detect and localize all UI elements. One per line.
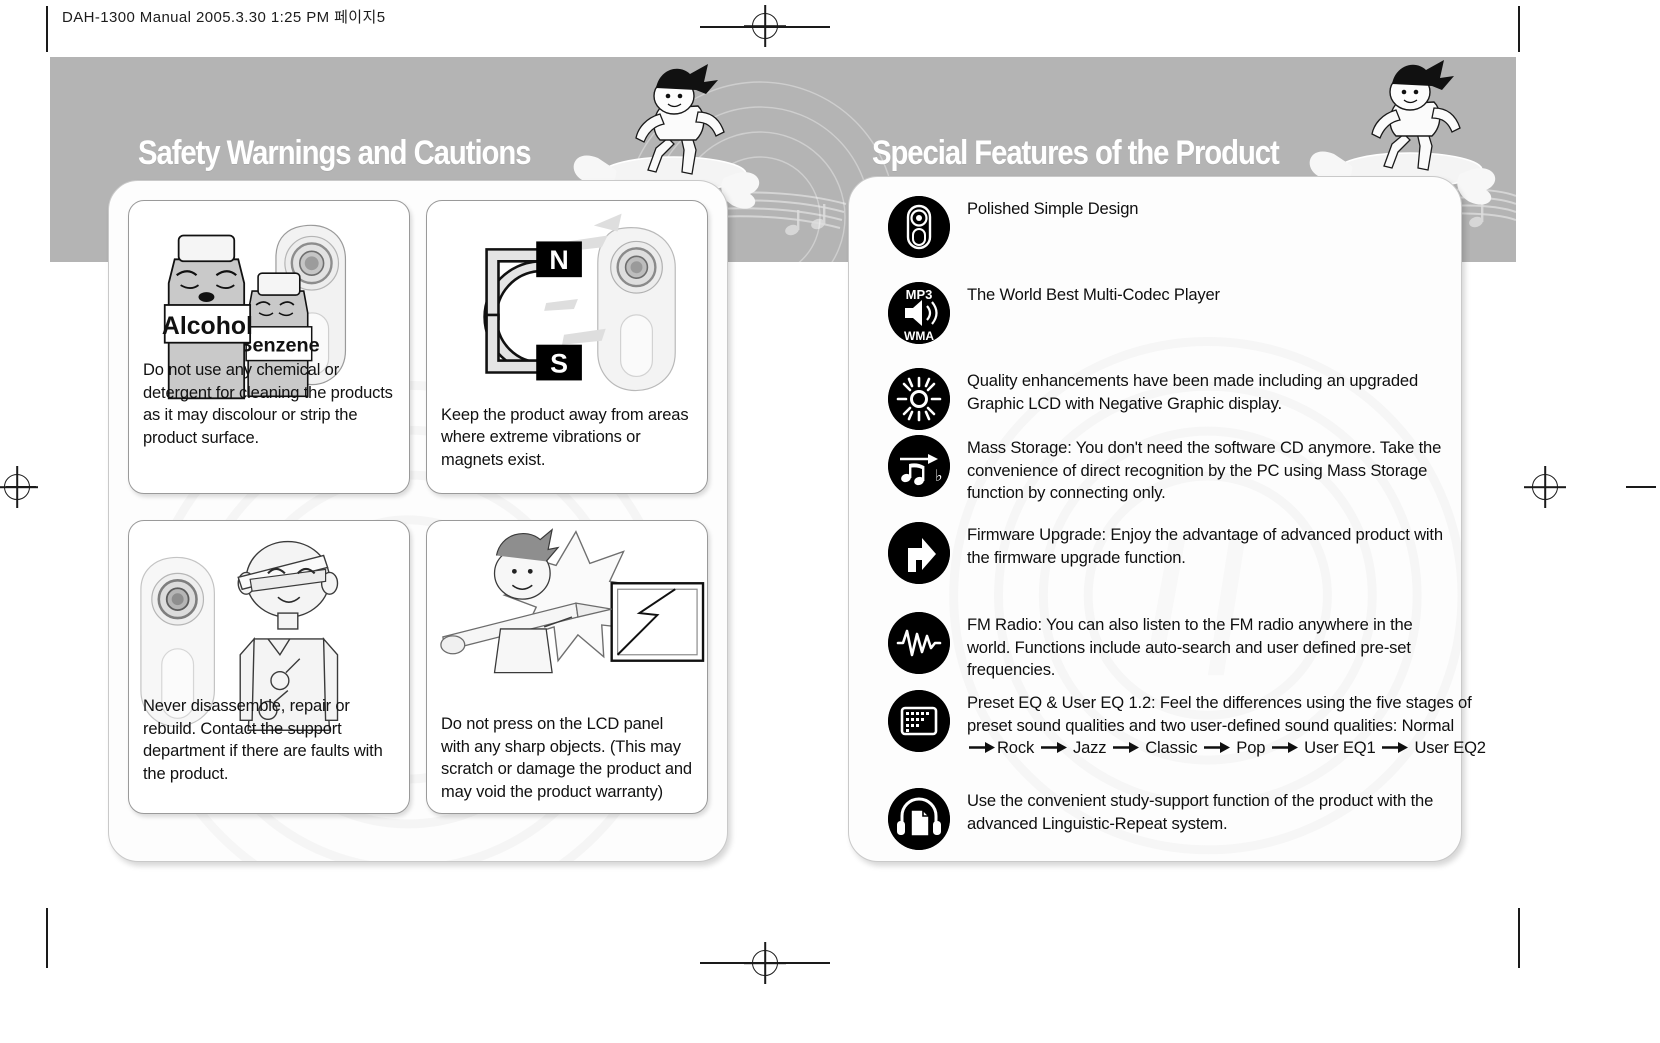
caution-card-no-disassembly: Never disassemble, repair or rebuild. Co… xyxy=(128,520,410,814)
feature-text-linguistic-repeat: Use the convenient study-support functio… xyxy=(967,791,1434,833)
crop-line-left-bottom xyxy=(46,908,48,968)
eq-chain-item: Rock xyxy=(997,738,1039,758)
broken-lcd-panel-illustration xyxy=(440,528,705,674)
headphone-document-icon xyxy=(888,788,950,850)
eq-chain-item: Pop xyxy=(1231,738,1270,758)
mp3-wma-speaker-icon: MP3 WMA xyxy=(888,282,950,344)
crop-line-right-bottom xyxy=(1518,908,1520,968)
crop-line-far-right-mid xyxy=(1626,486,1656,488)
right-arrow-icon xyxy=(1112,742,1139,754)
music-notes-transfer-icon: ♭ xyxy=(888,435,950,497)
feature-text-mass-storage: Mass Storage: You don't need the softwar… xyxy=(967,438,1442,503)
feature-item-multi-codec: MP3 WMA The World Best Multi-Codec Playe… xyxy=(888,282,1448,344)
svg-text:♭: ♭ xyxy=(935,468,943,485)
feature-text-fm-radio: FM Radio: You can also listen to the FM … xyxy=(967,615,1413,680)
horseshoe-magnet-illustration: N S xyxy=(483,213,676,392)
registration-mark-left xyxy=(0,466,38,508)
feature-item-firmware-upgrade: Firmware Upgrade: Enjoy the advantage of… xyxy=(888,522,1458,584)
crop-line-left-top xyxy=(46,6,48,52)
right-arrow-icon xyxy=(1382,742,1409,754)
eq-chain-item: Jazz xyxy=(1068,738,1111,758)
svg-text:MP3: MP3 xyxy=(906,287,933,302)
section-title-safety: Safety Warnings and Cautions xyxy=(138,134,531,172)
player-body-icon xyxy=(888,196,950,258)
svg-text:S: S xyxy=(550,348,568,378)
feature-item-polished-design: Polished Simple Design xyxy=(888,196,1448,258)
section-title-features: Special Features of the Product xyxy=(872,134,1280,172)
feature-item-linguistic-repeat: Use the convenient study-support functio… xyxy=(888,788,1448,850)
caution-card-chemical-detergent: Benzene Alcohol Do not use any chemical … xyxy=(128,200,410,494)
caution-card-lcd-panel: Do not press on the LCD panel with any s… xyxy=(426,520,708,814)
feature-text-firmware-upgrade: Firmware Upgrade: Enjoy the advantage of… xyxy=(967,525,1443,567)
feature-item-mass-storage: ♭ Mass Storage: You don't need the softw… xyxy=(888,435,1458,505)
feature-text-polished-design: Polished Simple Design xyxy=(967,199,1139,218)
eq-chain-item: User EQ2 xyxy=(1410,738,1486,758)
crop-line-right-top xyxy=(1518,6,1520,52)
right-arrow-icon xyxy=(1271,742,1298,754)
equalizer-grid-icon xyxy=(888,690,950,752)
caution-text-magnets-vibration: Keep the product away from areas where e… xyxy=(441,405,689,469)
feature-text-graphic-lcd: Quality enhancements have been made incl… xyxy=(967,371,1419,413)
feature-text-preset-eq-body: Preset EQ & User EQ 1.2: Feel the differ… xyxy=(967,693,1472,735)
registration-mark-bottom xyxy=(744,942,786,984)
eq-chain-item: Classic xyxy=(1140,738,1202,758)
feature-text-preset-eq: Preset EQ & User EQ 1.2: Feel the differ… xyxy=(967,690,1486,760)
eq-chain-item: User EQ1 xyxy=(1299,738,1381,758)
feature-text-multi-codec: The World Best Multi-Codec Player xyxy=(967,285,1220,304)
svg-text:Alcohol: Alcohol xyxy=(162,313,253,340)
page-header-text: DAH-1300 Manual 2005.3.30 1:25 PM 페이지5 xyxy=(62,9,386,26)
feature-item-preset-eq: Preset EQ & User EQ 1.2: Feel the differ… xyxy=(888,690,1486,760)
svg-text:WMA: WMA xyxy=(904,329,934,343)
caution-text-no-disassembly: Never disassemble, repair or rebuild. Co… xyxy=(143,697,383,783)
right-arrow-icon xyxy=(969,742,995,754)
registration-mark-top xyxy=(744,5,786,47)
eq-chain: Rock Jazz Classic Pop User EQ1 User EQ2 xyxy=(967,737,1486,760)
feature-item-graphic-lcd: Quality enhancements have been made incl… xyxy=(888,368,1448,430)
registration-mark-right xyxy=(1524,466,1566,508)
firmware-upgrade-arrow-icon xyxy=(888,522,950,584)
caution-card-magnets-vibration: N S Keep the product away from areas whe… xyxy=(426,200,708,494)
brightness-sun-icon xyxy=(888,368,950,430)
svg-text:N: N xyxy=(549,245,568,275)
feature-item-fm-radio: FM Radio: You can also listen to the FM … xyxy=(888,612,1448,682)
right-arrow-icon xyxy=(1203,742,1230,754)
fm-radio-wave-icon xyxy=(888,612,950,674)
caution-text-lcd-panel: Do not press on the LCD panel with any s… xyxy=(441,715,692,801)
caution-text-chemical-detergent: Do not use any chemical or detergent for… xyxy=(143,361,393,447)
right-arrow-icon xyxy=(1040,742,1067,754)
